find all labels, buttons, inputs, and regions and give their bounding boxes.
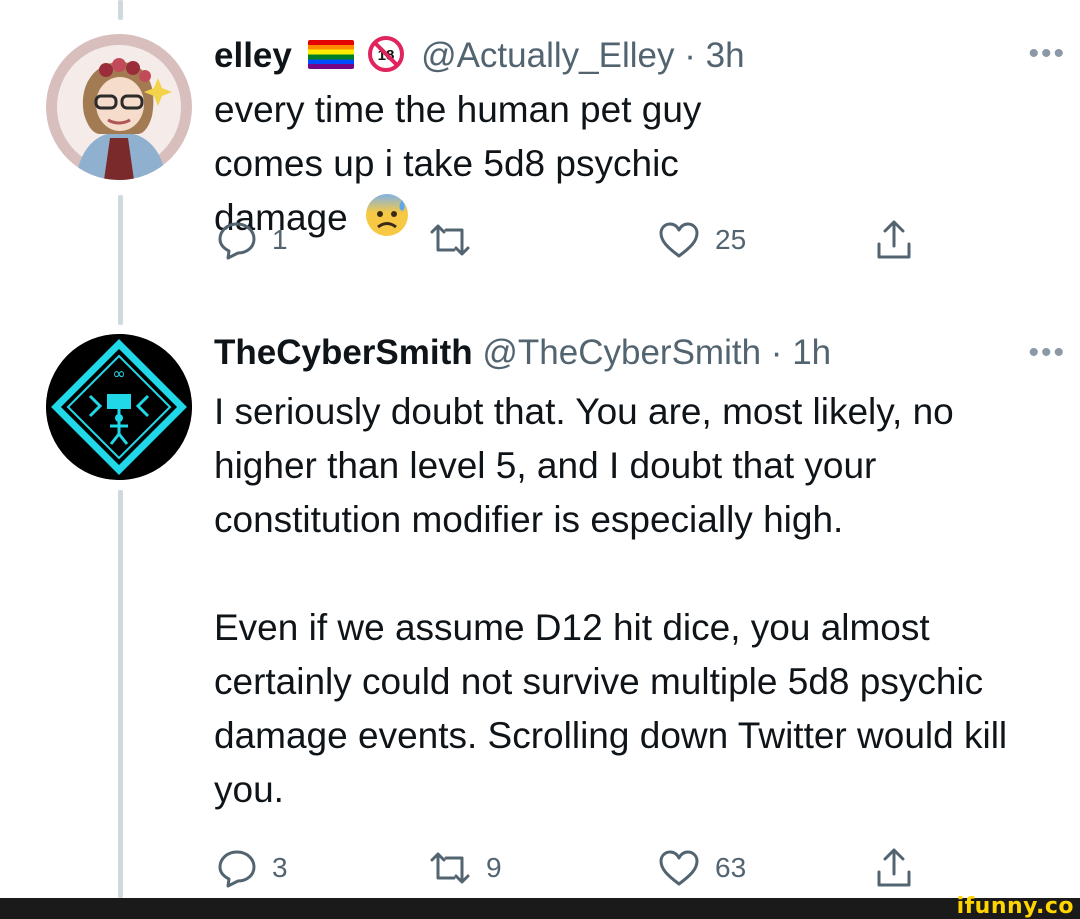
retweet-button[interactable]: 9 <box>428 844 502 892</box>
reply-count: 3 <box>272 852 288 883</box>
like-count: 25 <box>715 224 747 255</box>
handle[interactable]: @Actually_Elley <box>421 36 674 75</box>
avatar-elley-image <box>46 34 192 180</box>
retweet-icon <box>430 852 470 884</box>
display-name[interactable]: TheCyberSmith <box>214 333 473 372</box>
more-options-icon[interactable]: ••• <box>1028 39 1066 69</box>
svg-text:∞: ∞ <box>112 364 125 383</box>
avatar-thecybersmith-image: ∞ <box>46 334 192 480</box>
thread-line-top <box>118 0 123 20</box>
reply-icon <box>218 222 256 260</box>
thread-line-bottom <box>118 490 123 898</box>
share-icon <box>877 848 911 887</box>
tweet-paragraph: I seriously doubt that. You are, most li… <box>214 391 954 540</box>
timestamp[interactable]: 1h <box>792 333 831 372</box>
separator: · <box>684 36 696 75</box>
watermark-logo: ifunny.co <box>956 894 1074 919</box>
watermark-bar: ifunny.co <box>0 894 1080 919</box>
display-name[interactable]: elley <box>214 36 292 75</box>
heart-icon <box>659 222 699 258</box>
avatar-elley[interactable] <box>46 34 192 180</box>
handle[interactable]: @TheCyberSmith <box>482 333 761 372</box>
tweet-1-actions: 1 25 <box>214 216 914 264</box>
reply-count: 1 <box>272 224 288 255</box>
retweet-button[interactable] <box>428 216 486 264</box>
reply-button[interactable]: 1 <box>216 216 288 264</box>
more-options-icon[interactable]: ••• <box>1028 338 1066 368</box>
reply-icon <box>218 850 256 888</box>
share-button[interactable] <box>874 844 914 892</box>
tweet-2-actions: 3 9 63 <box>214 844 914 892</box>
reply-button[interactable]: 3 <box>216 844 288 892</box>
no-one-under-18-icon: 18 <box>368 36 405 72</box>
share-button[interactable] <box>874 216 914 264</box>
like-button[interactable]: 25 <box>657 216 746 264</box>
tweet-2-header: TheCyberSmith @TheCyberSmith · 1h <box>214 331 831 375</box>
avatar-thecybersmith[interactable]: ∞ <box>46 334 192 480</box>
like-button[interactable]: 63 <box>657 844 746 892</box>
share-icon <box>877 220 911 259</box>
thread-line-middle <box>118 195 123 325</box>
rainbow-flag-icon <box>307 40 354 69</box>
retweet-count: 9 <box>486 852 502 883</box>
tweet-paragraph: Even if we assume D12 hit dice, you almo… <box>214 607 1008 810</box>
tweet-2-text: I seriously doubt that. You are, most li… <box>214 385 1044 817</box>
heart-icon <box>659 850 699 886</box>
separator: · <box>770 333 783 372</box>
tweet-1-header: elley 18 @Actually_Elley · 3h <box>214 34 745 78</box>
retweet-icon <box>430 224 470 256</box>
timestamp[interactable]: 3h <box>706 36 745 75</box>
like-count: 63 <box>715 852 747 883</box>
